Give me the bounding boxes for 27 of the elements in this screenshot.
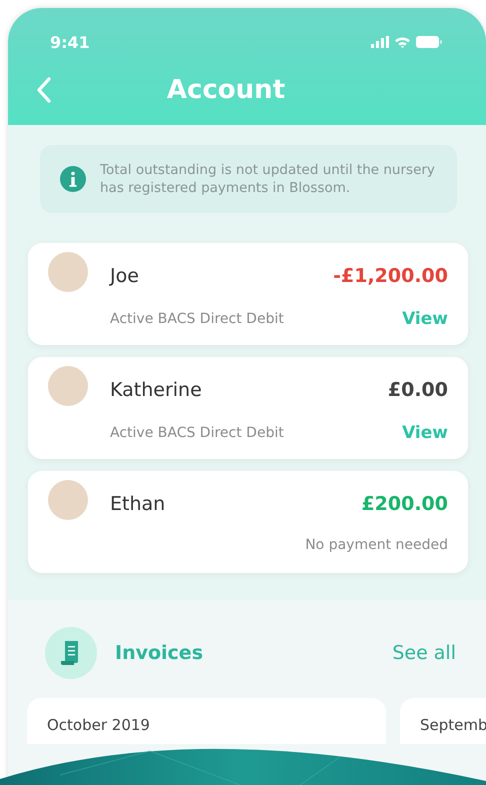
signal-icon xyxy=(371,36,389,48)
status-time: 9:41 xyxy=(50,32,90,52)
child-name: Joe xyxy=(110,265,140,287)
payment-status: No payment needed xyxy=(305,537,448,553)
payment-status: Active BACS Direct Debit xyxy=(110,425,284,441)
back-chevron-icon xyxy=(36,77,52,103)
child-card[interactable]: Ethan £200.00 No payment needed xyxy=(28,471,468,573)
avatar-placeholder xyxy=(48,366,88,406)
info-icon xyxy=(60,166,86,192)
battery-icon xyxy=(416,36,442,48)
section-title: Invoices xyxy=(115,642,204,664)
child-card[interactable]: Joe -£1,200.00 Active BACS Direct Debit View xyxy=(28,243,468,345)
scroll-icon xyxy=(61,640,81,666)
balance-amount: £0.00 xyxy=(388,379,448,401)
page-title: Account xyxy=(166,75,286,105)
child-name: Katherine xyxy=(110,379,203,401)
info-text: Total outstanding is not updated until the nursery has registered payments in Blossom. xyxy=(100,161,436,197)
avatar-placeholder xyxy=(48,252,88,292)
invoice-card[interactable]: October 2019 xyxy=(27,698,386,744)
balance-amount: £200.00 xyxy=(361,493,448,515)
wifi-icon xyxy=(394,36,411,48)
child-card[interactable]: Katherine £0.00 Active BACS Direct Debit View xyxy=(28,357,468,459)
avatar-placeholder xyxy=(48,480,88,520)
balance-amount: -£1,200.00 xyxy=(333,265,448,287)
child-name: Ethan xyxy=(110,493,166,515)
invoice-month: October 2019 xyxy=(47,716,150,734)
payment-status: Active BACS Direct Debit xyxy=(110,311,284,327)
